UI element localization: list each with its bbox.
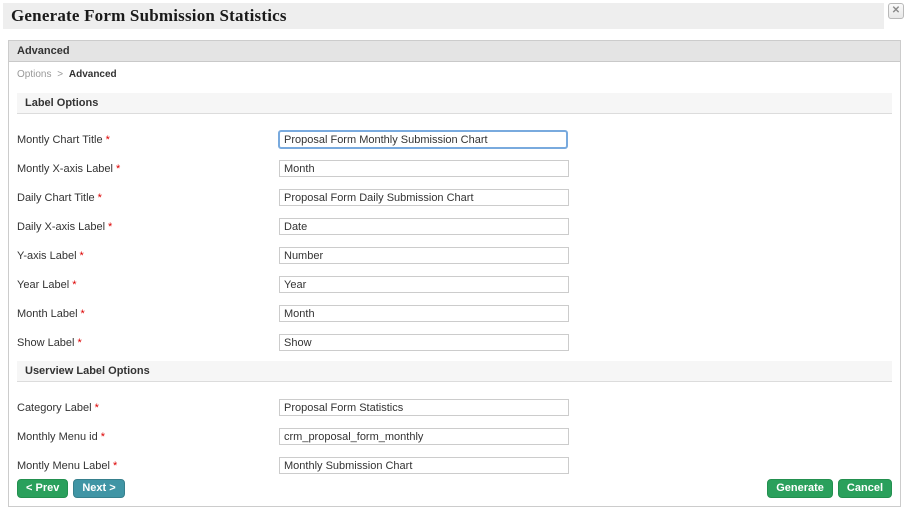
required-marker: * (101, 431, 105, 443)
form-row: Category Label* (9, 393, 900, 422)
section-header-userview-label-options: Userview Label Options (17, 361, 892, 382)
breadcrumb: Options > Advanced (9, 62, 900, 93)
footer-button-bar: < Prev Next > Generate Cancel (17, 479, 892, 498)
field-label: Y-axis Label (17, 250, 77, 262)
cancel-button[interactable]: Cancel (838, 479, 892, 498)
y-axis-label-input[interactable] (279, 247, 569, 264)
dialog-panel: Advanced Options > Advanced Label Option… (8, 40, 901, 507)
field-label: Category Label (17, 402, 92, 414)
next-button[interactable]: Next > (73, 479, 124, 498)
form-row: Montly X-axis Label* (9, 154, 900, 183)
required-marker: * (80, 250, 84, 262)
required-marker: * (81, 308, 85, 320)
form-row: Daily Chart Title* (9, 183, 900, 212)
panel-header: Advanced (9, 41, 900, 62)
required-marker: * (108, 221, 112, 233)
field-label: Daily Chart Title (17, 192, 95, 204)
page-title: Generate Form Submission Statistics (11, 6, 287, 26)
required-marker: * (78, 337, 82, 349)
window-title-bar: Generate Form Submission Statistics (3, 3, 884, 29)
category-label-input[interactable] (279, 399, 569, 416)
prev-button[interactable]: < Prev (17, 479, 68, 498)
section-header-label-options: Label Options (17, 93, 892, 114)
field-label: Daily X-axis Label (17, 221, 105, 233)
breadcrumb-current: Advanced (69, 69, 117, 80)
daily-x-axis-label-input[interactable] (279, 218, 569, 235)
form-row: Montly Chart Title* (9, 125, 900, 154)
close-button[interactable]: ✕ (888, 3, 904, 19)
monthly-menu-id-input[interactable] (279, 428, 569, 445)
form-row: Year Label* (9, 270, 900, 299)
field-label: Montly Chart Title (17, 134, 103, 146)
field-label: Month Label (17, 308, 78, 320)
close-icon: ✕ (892, 5, 900, 16)
field-label: Monthly Menu id (17, 431, 98, 443)
form-row: Month Label* (9, 299, 900, 328)
form-row: Daily X-axis Label* (9, 212, 900, 241)
montly-chart-title-input[interactable] (278, 130, 568, 149)
form-row: Y-axis Label* (9, 241, 900, 270)
breadcrumb-separator: > (57, 69, 63, 80)
field-label: Show Label (17, 337, 75, 349)
required-marker: * (98, 192, 102, 204)
month-label-input[interactable] (279, 305, 569, 322)
form-row: Show Label* (9, 328, 900, 357)
show-label-input[interactable] (279, 334, 569, 351)
form-row: Montly Menu Label* (9, 451, 900, 480)
wizard-nav-buttons: < Prev Next > (17, 479, 125, 498)
generate-button[interactable]: Generate (767, 479, 833, 498)
breadcrumb-options-link[interactable]: Options (17, 69, 51, 80)
field-label: Montly X-axis Label (17, 163, 113, 175)
required-marker: * (106, 134, 110, 146)
required-marker: * (95, 402, 99, 414)
montly-menu-label-input[interactable] (279, 457, 569, 474)
label-options-fields: Montly Chart Title* Montly X-axis Label*… (9, 114, 900, 361)
daily-chart-title-input[interactable] (279, 189, 569, 206)
required-marker: * (72, 279, 76, 291)
required-marker: * (116, 163, 120, 175)
field-label: Montly Menu Label (17, 460, 110, 472)
action-buttons: Generate Cancel (767, 479, 892, 498)
montly-x-axis-label-input[interactable] (279, 160, 569, 177)
year-label-input[interactable] (279, 276, 569, 293)
field-label: Year Label (17, 279, 69, 291)
userview-label-options-fields: Category Label* Monthly Menu id* Montly … (9, 382, 900, 484)
required-marker: * (113, 460, 117, 472)
form-row: Monthly Menu id* (9, 422, 900, 451)
